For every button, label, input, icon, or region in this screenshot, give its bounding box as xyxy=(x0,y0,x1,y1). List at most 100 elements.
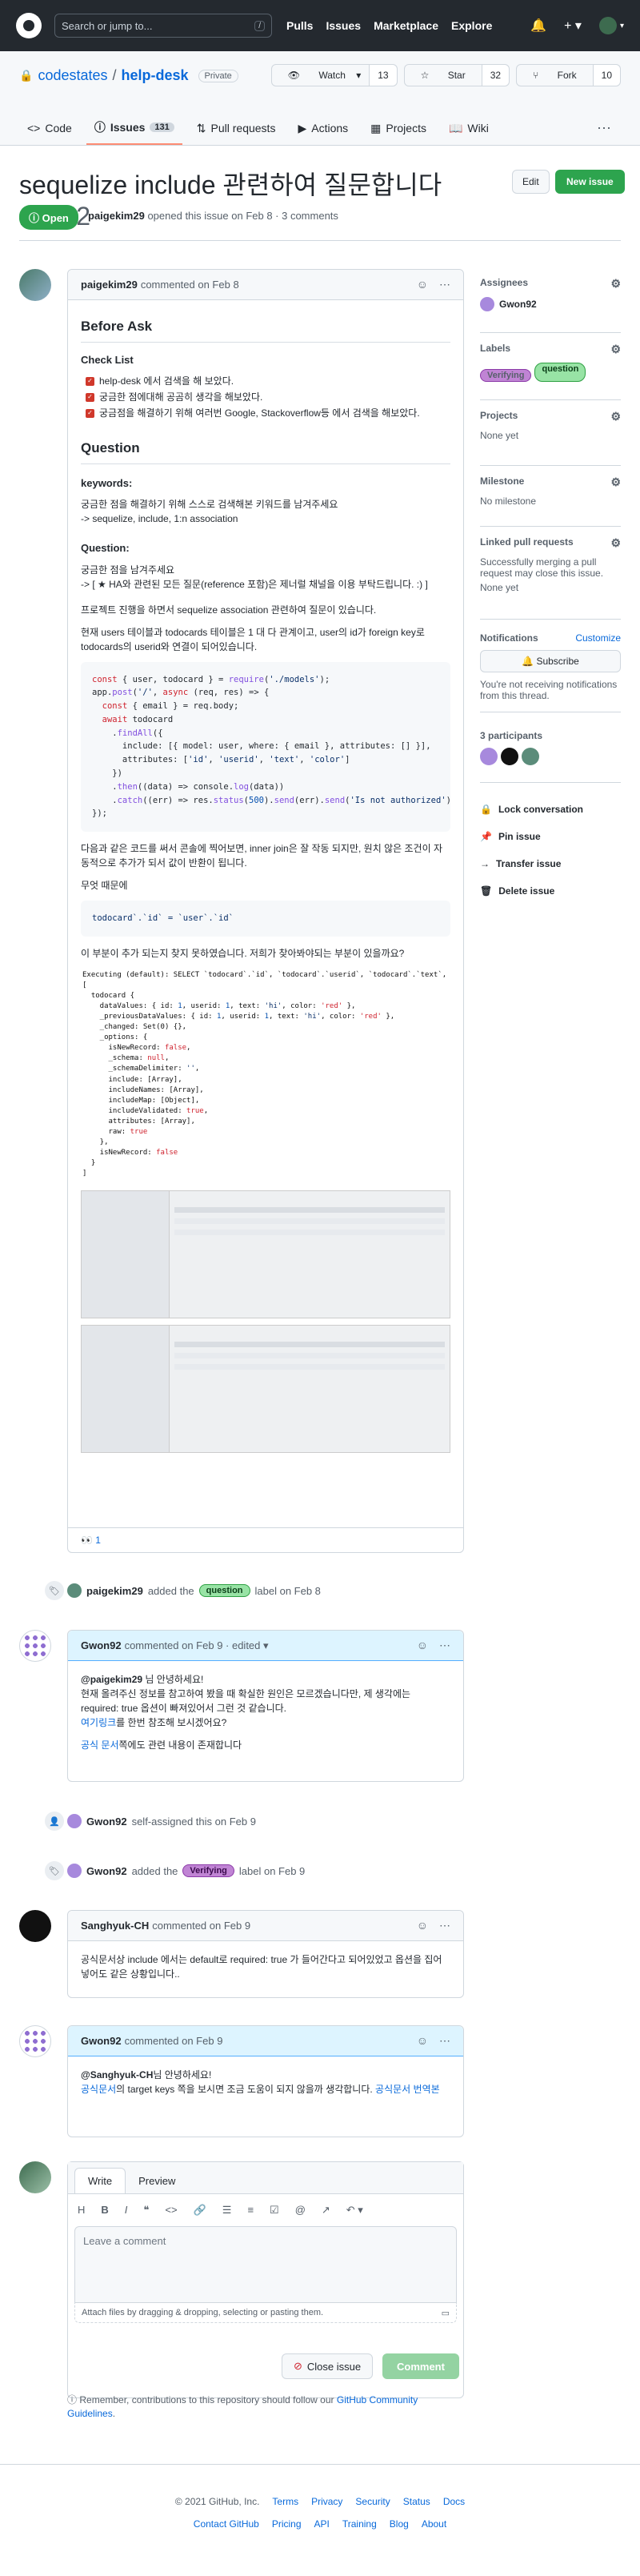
gear-icon[interactable]: ⚙ xyxy=(610,475,621,489)
edit-title-button[interactable]: Edit xyxy=(512,170,550,194)
reaction-eyes[interactable]: 👀 1 xyxy=(68,1527,463,1552)
avatar[interactable] xyxy=(19,2161,51,2193)
tab-actions[interactable]: ▶ Actions xyxy=(290,111,356,145)
lock-conversation-button[interactable]: 🔒 Lock conversation xyxy=(480,804,583,815)
gear-icon[interactable]: ⚙ xyxy=(610,410,621,423)
star-count[interactable]: 32 xyxy=(481,65,510,86)
event-user[interactable]: paigekim29 xyxy=(86,1585,143,1597)
smiley-icon[interactable]: ☺ xyxy=(417,1639,428,1652)
label-question[interactable]: question xyxy=(198,1584,250,1597)
more-icon[interactable]: ⋯ xyxy=(597,120,611,137)
avatar[interactable] xyxy=(67,1864,82,1878)
repo-name-link[interactable]: help-desk xyxy=(122,67,189,84)
close-issue-button[interactable]: ⊘ Close issue xyxy=(282,2353,374,2379)
gear-icon[interactable]: ⚙ xyxy=(610,536,621,550)
assignee-name[interactable]: Gwon92 xyxy=(499,299,537,310)
tab-write[interactable]: Write xyxy=(74,2168,126,2193)
link-icon[interactable]: 🔗 xyxy=(194,2204,206,2217)
footer-link-status[interactable]: Status xyxy=(403,2496,430,2507)
avatar[interactable] xyxy=(19,1630,51,1662)
footer-link-api[interactable]: API xyxy=(314,2518,330,2530)
footer-link-docs[interactable]: Docs xyxy=(443,2496,465,2507)
attach-files-bar[interactable]: Attach files by dragging & dropping, sel… xyxy=(74,2303,457,2323)
footer-link-terms[interactable]: Terms xyxy=(272,2496,298,2507)
label-question[interactable]: question xyxy=(534,363,586,382)
gear-icon[interactable]: ⚙ xyxy=(610,343,621,356)
watch-count[interactable]: 13 xyxy=(369,65,397,86)
italic-icon[interactable]: I xyxy=(125,2204,128,2217)
avatar[interactable] xyxy=(480,297,494,311)
docs-link[interactable]: 공식문서 xyxy=(81,2084,116,2095)
kebab-icon[interactable]: ⋯ xyxy=(439,1639,450,1652)
comment-author[interactable]: Sanghyuk-CH xyxy=(81,1920,149,1932)
fork-button[interactable]: ⑂ Fork 10 xyxy=(516,64,621,86)
tab-pull-requests[interactable]: ⇅ Pull requests xyxy=(189,111,284,145)
footer-link-privacy[interactable]: Privacy xyxy=(311,2496,342,2507)
new-issue-button[interactable]: New issue xyxy=(555,170,625,194)
nav-pulls[interactable]: Pulls xyxy=(286,19,313,32)
comment-author[interactable]: paigekim29 xyxy=(81,279,138,291)
comment-button[interactable]: Comment xyxy=(382,2353,459,2379)
comment-timestamp[interactable]: commented on Feb 8 xyxy=(141,279,239,291)
comment-timestamp[interactable]: commented on Feb 9 xyxy=(152,1920,250,1932)
subscribe-button[interactable]: 🔔 Subscribe xyxy=(480,650,621,672)
star-button[interactable]: ☆ Star 32 xyxy=(403,64,510,86)
mention-icon[interactable]: @ xyxy=(295,2204,306,2217)
numbered-list-icon[interactable]: ≡ xyxy=(247,2204,254,2217)
kebab-icon[interactable]: ⋯ xyxy=(439,2034,450,2048)
bulleted-list-icon[interactable]: ☰ xyxy=(222,2204,232,2217)
plus-icon[interactable]: + ▾ xyxy=(564,18,582,34)
fork-count[interactable]: 10 xyxy=(592,65,620,86)
event-user[interactable]: Gwon92 xyxy=(86,1816,127,1828)
issue-author-link[interactable]: paigekim29 xyxy=(88,210,145,222)
bell-icon[interactable]: 🔔 xyxy=(530,18,546,34)
comment-timestamp[interactable]: commented on Feb 9 · edited xyxy=(125,1639,261,1651)
smiley-icon[interactable]: ☺ xyxy=(417,278,428,291)
translation-link[interactable]: 공식문서 번역본 xyxy=(375,2084,440,2095)
footer-link-pricing[interactable]: Pricing xyxy=(272,2518,302,2530)
mention-link[interactable]: @Sanghyuk-CH xyxy=(81,2069,153,2080)
transfer-issue-button[interactable]: → Transfer issue xyxy=(480,858,561,869)
tab-wiki[interactable]: 📖 Wiki xyxy=(441,111,497,145)
bold-icon[interactable]: B xyxy=(101,2204,108,2217)
search-input[interactable]: Search or jump to... / xyxy=(54,14,272,38)
github-logo-icon[interactable] xyxy=(16,13,42,38)
avatar[interactable] xyxy=(19,2025,51,2057)
mention-link[interactable]: @paigekim29 xyxy=(81,1674,142,1685)
comment-author[interactable]: Gwon92 xyxy=(81,1639,122,1651)
chevron-down-icon[interactable]: ▾ xyxy=(620,22,624,30)
user-avatar[interactable] xyxy=(598,17,617,34)
footer-link-about[interactable]: About xyxy=(422,2518,446,2530)
nav-explore[interactable]: Explore xyxy=(451,19,492,32)
avatar[interactable] xyxy=(67,1814,82,1828)
avatar[interactable] xyxy=(522,748,539,765)
event-user[interactable]: Gwon92 xyxy=(86,1865,127,1877)
pin-issue-button[interactable]: 📌 Pin issue xyxy=(480,831,541,842)
checkbox-checked-icon[interactable]: ✓ xyxy=(86,408,94,418)
docs-link[interactable]: 공식 문서 xyxy=(81,1739,119,1751)
tab-preview[interactable]: Preview xyxy=(126,2169,188,2193)
watch-button[interactable]: 👁 Watch ▾ 13 xyxy=(270,64,398,86)
kebab-icon[interactable]: ⋯ xyxy=(439,278,450,291)
label-verifying[interactable]: Verifying xyxy=(480,369,532,382)
heading-icon[interactable]: H xyxy=(78,2204,85,2217)
label-verifying[interactable]: Verifying xyxy=(182,1864,234,1877)
comment-author[interactable]: Gwon92 xyxy=(81,2035,122,2047)
gear-icon[interactable]: ⚙ xyxy=(610,277,621,291)
checkbox-checked-icon[interactable]: ✓ xyxy=(86,376,94,386)
footer-link-blog[interactable]: Blog xyxy=(390,2518,409,2530)
task-list-icon[interactable]: ☑ xyxy=(270,2204,279,2217)
avatar[interactable] xyxy=(501,748,518,765)
quote-icon[interactable]: ❝ xyxy=(143,2204,149,2217)
customize-link[interactable]: Customize xyxy=(575,632,621,644)
repo-owner-link[interactable]: codestates xyxy=(38,67,107,84)
footer-link-contact[interactable]: Contact GitHub xyxy=(194,2518,259,2530)
nav-marketplace[interactable]: Marketplace xyxy=(374,19,438,32)
saved-reply-icon[interactable]: ↶ ▾ xyxy=(346,2204,363,2217)
avatar[interactable] xyxy=(19,1910,51,1942)
tab-code[interactable]: <> Code xyxy=(19,111,80,145)
footer-link-security[interactable]: Security xyxy=(355,2496,390,2507)
comment-textarea[interactable]: Leave a comment xyxy=(74,2226,457,2303)
kebab-icon[interactable]: ⋯ xyxy=(439,1919,450,1932)
footer-link-training[interactable]: Training xyxy=(342,2518,377,2530)
